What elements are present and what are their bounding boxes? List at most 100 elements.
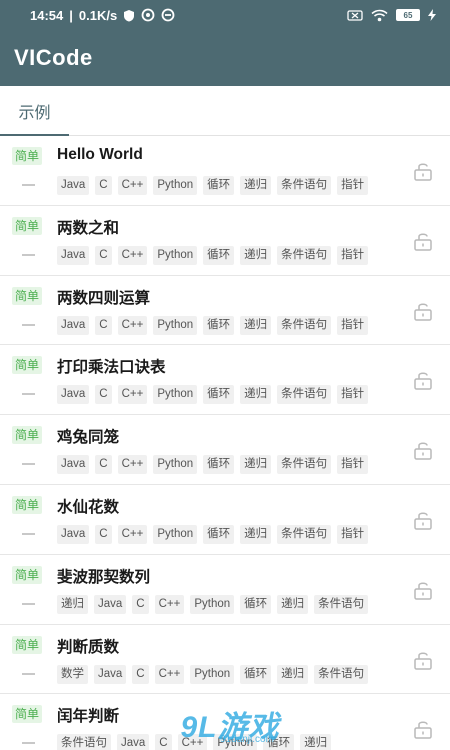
tag-chip: Python [213,734,258,750]
list-item[interactable]: 简单 两数之和 Java C C++ Python 循环 递归 条件语句 指针 [0,205,450,276]
tag-chip: 递归 [240,176,272,195]
tag-chip: C [95,385,112,405]
tag-chip: 循环 [240,664,272,684]
tag-chip: 循环 [203,245,235,265]
difficulty-badge: 简单 [12,705,43,724]
dash-indicator [22,323,35,326]
item-title: 打印乘法口诀表 [57,359,166,377]
lock-icon[interactable] [412,160,434,182]
tag-list: Java C C++ Python 循环 递归 条件语句 指针 [57,524,369,544]
dash-indicator [22,184,35,186]
tag-chip: Java [57,524,90,544]
lock-icon[interactable] [412,439,434,461]
tag-chip: 条件语句 [314,594,369,614]
list-item[interactable]: 简单 两数四则运算 Java C C++ Python 循环 递归 条件语句 指针 [0,275,450,346]
tag-chip: C [132,664,149,684]
tag-list: Java C C++ Python 循环 递归 条件语句 指针 [57,176,369,195]
tag-list: Java C C++ Python 循环 递归 条件语句 指针 [57,315,369,335]
tag-chip: 指针 [337,455,369,475]
dash-indicator [22,672,35,675]
lock-icon[interactable] [412,649,434,671]
tag-chip: 条件语句 [277,176,332,195]
tag-list: 条件语句 Java C C++ Python 循环 递归 [57,734,332,750]
tab-examples[interactable]: 示例 [0,86,69,137]
tag-chip: 指针 [337,385,369,405]
tag-chip: 条件语句 [277,455,332,475]
tag-chip: Java [57,245,90,265]
tag-chip: Java [57,315,90,335]
item-title: 闰年判断 [57,708,120,726]
tag-chip: 条件语句 [277,385,332,405]
tag-chip: C [95,245,112,265]
tag-chip: 指针 [337,524,369,544]
tag-chip: 循环 [203,455,235,475]
difficulty-badge: 简单 [12,635,43,654]
tag-chip: Python [190,664,235,684]
tag-chip: 递归 [240,524,272,544]
tag-chip: Python [153,385,198,405]
tag-chip: 递归 [240,245,272,265]
tag-chip: 指针 [337,245,369,265]
list-item[interactable]: 简单 鸡兔同笼 Java C C++ Python 循环 递归 条件语句 指针 [0,415,450,485]
dash-indicator [22,532,35,535]
status-bar: 14:54 | 0.1K/s 65 [0,0,450,30]
tag-chip: 指针 [337,315,369,335]
list-item[interactable]: 简单 水仙花数 Java C C++ Python 循环 递归 条件语句 指针 [0,484,450,555]
list-item[interactable]: 简单 闰年判断 条件语句 Java C C++ Python 循环 递归 [0,694,450,750]
tag-chip: Java [94,594,127,614]
dash-indicator [22,253,35,256]
dash-indicator [22,463,35,466]
status-divider: | [69,7,73,23]
tag-chip: 循环 [203,315,235,335]
app-title: VICode [14,45,93,70]
dash-indicator [22,393,35,396]
tag-list: Java C C++ Python 循环 递归 条件语句 指针 [57,455,369,475]
tag-chip: 循环 [263,734,295,750]
tag-chip: Python [153,455,198,475]
tag-chip: 数学 [57,664,88,684]
wifi-icon [371,9,388,22]
tag-chip: C++ [117,385,148,405]
tag-chip: C [95,176,112,195]
tag-chip: 循环 [203,176,235,195]
tag-chip: C [95,524,112,544]
tag-list: Java C C++ Python 循环 递归 条件语句 指针 [57,385,369,405]
tag-chip: 条件语句 [277,315,332,335]
difficulty-badge: 简单 [12,565,43,584]
list-item[interactable]: 简单 斐波那契数列 递归 Java C C++ Python 循环 递归 条件语句 [0,554,450,625]
list-item[interactable]: 简单 判断质数 数学 Java C C++ Python 循环 递归 条件语句 [0,624,450,695]
tag-chip: 递归 [240,315,272,335]
item-title: 两数四则运算 [57,289,151,307]
tag-chip: C [95,455,112,475]
tab-label: 示例 [18,105,51,122]
item-title: 水仙花数 [57,498,120,516]
tag-chip: C++ [117,176,148,195]
lock-icon[interactable] [412,509,434,531]
lock-icon[interactable] [412,300,434,322]
lock-icon[interactable] [412,369,434,391]
notification-icon [161,8,175,22]
tag-chip: 递归 [57,594,88,614]
difficulty-badge: 简单 [12,147,43,165]
item-title: 两数之和 [57,219,120,237]
tag-chip: Java [117,734,150,750]
dash-indicator [22,602,35,605]
battery-icon: 65 [396,9,420,21]
lock-icon[interactable] [412,230,434,252]
difficulty-badge: 简单 [12,356,43,375]
tag-list: Java C C++ Python 循环 递归 条件语句 指针 [57,245,369,265]
item-title: 鸡兔同笼 [57,429,120,447]
list-item[interactable]: 简单 打印乘法口诀表 Java C C++ Python 循环 递归 条件语句 指针 [0,345,450,416]
tag-chip: Python [153,176,198,195]
lock-icon[interactable] [412,718,434,740]
tag-chip: 递归 [277,664,309,684]
tag-chip: C++ [154,664,185,684]
lock-icon[interactable] [412,579,434,601]
difficulty-badge: 简单 [12,426,43,445]
list-item[interactable]: 简单 Hello World Java C C++ Python 循环 递归 条件语句 指针 [0,136,450,206]
difficulty-badge: 简单 [12,495,43,514]
tag-chip: 指针 [337,176,369,195]
tag-chip: C [132,594,149,614]
shield-icon [123,9,135,22]
status-time: 14:54 [30,7,64,23]
